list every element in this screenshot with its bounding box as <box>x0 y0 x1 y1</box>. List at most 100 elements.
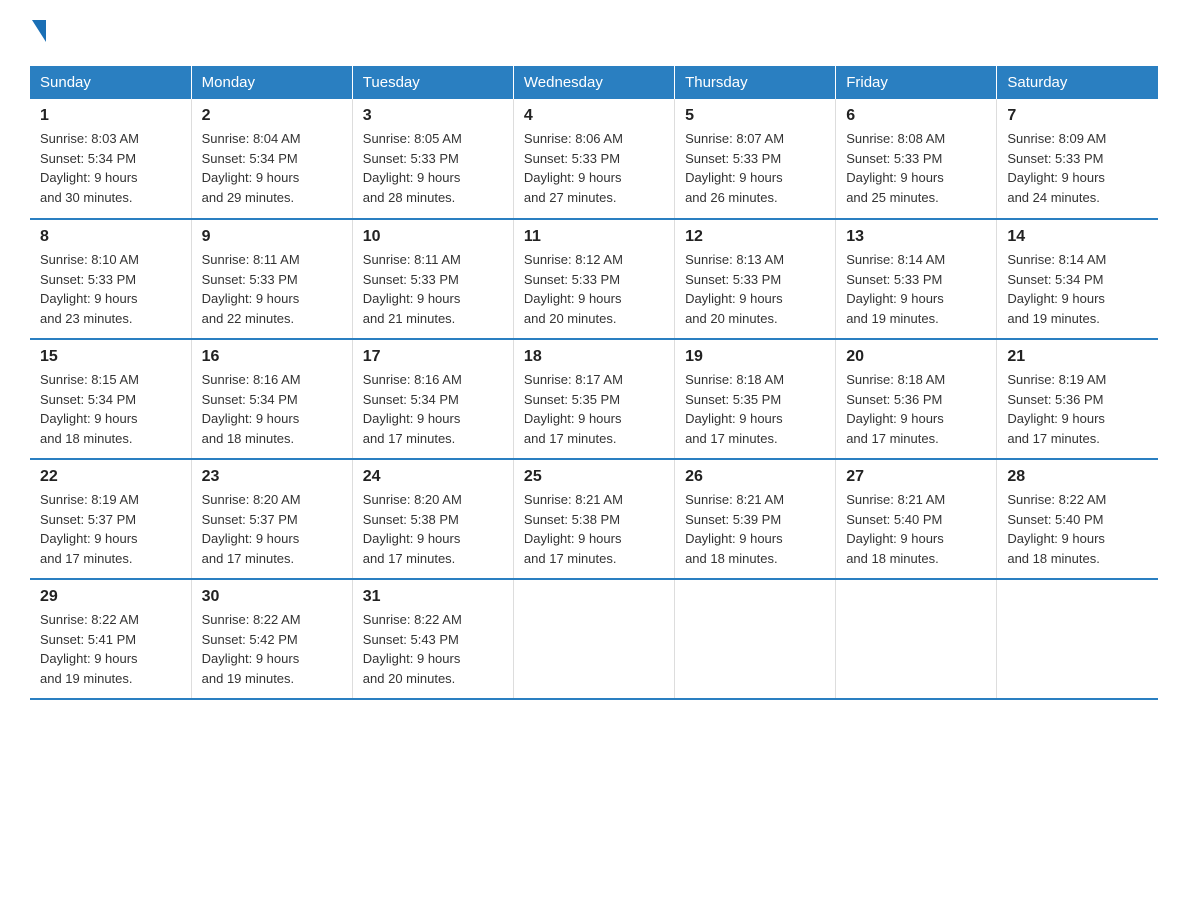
day-number: 13 <box>846 228 986 246</box>
day-info: Sunrise: 8:10 AMSunset: 5:33 PMDaylight:… <box>40 250 181 328</box>
day-info: Sunrise: 8:22 AMSunset: 5:42 PMDaylight:… <box>202 610 342 688</box>
header-friday: Friday <box>836 66 997 99</box>
day-number: 5 <box>685 107 825 125</box>
calendar-cell: 21 Sunrise: 8:19 AMSunset: 5:36 PMDaylig… <box>997 339 1158 459</box>
day-info: Sunrise: 8:18 AMSunset: 5:35 PMDaylight:… <box>685 370 825 448</box>
calendar-cell: 22 Sunrise: 8:19 AMSunset: 5:37 PMDaylig… <box>30 459 191 579</box>
calendar-cell: 5 Sunrise: 8:07 AMSunset: 5:33 PMDayligh… <box>675 99 836 219</box>
day-info: Sunrise: 8:15 AMSunset: 5:34 PMDaylight:… <box>40 370 181 448</box>
day-info: Sunrise: 8:20 AMSunset: 5:37 PMDaylight:… <box>202 490 342 568</box>
calendar-cell: 20 Sunrise: 8:18 AMSunset: 5:36 PMDaylig… <box>836 339 997 459</box>
day-number: 29 <box>40 588 181 606</box>
calendar-cell: 23 Sunrise: 8:20 AMSunset: 5:37 PMDaylig… <box>191 459 352 579</box>
day-number: 9 <box>202 228 342 246</box>
calendar-cell: 26 Sunrise: 8:21 AMSunset: 5:39 PMDaylig… <box>675 459 836 579</box>
day-info: Sunrise: 8:12 AMSunset: 5:33 PMDaylight:… <box>524 250 664 328</box>
calendar-cell: 24 Sunrise: 8:20 AMSunset: 5:38 PMDaylig… <box>352 459 513 579</box>
calendar-cell: 8 Sunrise: 8:10 AMSunset: 5:33 PMDayligh… <box>30 219 191 339</box>
day-info: Sunrise: 8:16 AMSunset: 5:34 PMDaylight:… <box>363 370 503 448</box>
day-info: Sunrise: 8:08 AMSunset: 5:33 PMDaylight:… <box>846 129 986 207</box>
calendar-week-row: 1 Sunrise: 8:03 AMSunset: 5:34 PMDayligh… <box>30 99 1158 219</box>
calendar-cell: 28 Sunrise: 8:22 AMSunset: 5:40 PMDaylig… <box>997 459 1158 579</box>
logo-arrow-icon <box>32 20 46 42</box>
calendar-cell: 1 Sunrise: 8:03 AMSunset: 5:34 PMDayligh… <box>30 99 191 219</box>
day-info: Sunrise: 8:19 AMSunset: 5:36 PMDaylight:… <box>1007 370 1148 448</box>
header-wednesday: Wednesday <box>513 66 674 99</box>
day-number: 14 <box>1007 228 1148 246</box>
logo <box>30 20 46 46</box>
calendar-cell: 16 Sunrise: 8:16 AMSunset: 5:34 PMDaylig… <box>191 339 352 459</box>
calendar-cell: 25 Sunrise: 8:21 AMSunset: 5:38 PMDaylig… <box>513 459 674 579</box>
day-number: 24 <box>363 468 503 486</box>
day-number: 20 <box>846 348 986 366</box>
day-number: 27 <box>846 468 986 486</box>
calendar-cell: 12 Sunrise: 8:13 AMSunset: 5:33 PMDaylig… <box>675 219 836 339</box>
day-info: Sunrise: 8:22 AMSunset: 5:40 PMDaylight:… <box>1007 490 1148 568</box>
calendar-cell: 29 Sunrise: 8:22 AMSunset: 5:41 PMDaylig… <box>30 579 191 699</box>
day-info: Sunrise: 8:22 AMSunset: 5:43 PMDaylight:… <box>363 610 503 688</box>
header-sunday: Sunday <box>30 66 191 99</box>
day-number: 6 <box>846 107 986 125</box>
day-info: Sunrise: 8:05 AMSunset: 5:33 PMDaylight:… <box>363 129 503 207</box>
day-number: 21 <box>1007 348 1148 366</box>
calendar-cell: 7 Sunrise: 8:09 AMSunset: 5:33 PMDayligh… <box>997 99 1158 219</box>
day-info: Sunrise: 8:21 AMSunset: 5:39 PMDaylight:… <box>685 490 825 568</box>
header-tuesday: Tuesday <box>352 66 513 99</box>
day-info: Sunrise: 8:04 AMSunset: 5:34 PMDaylight:… <box>202 129 342 207</box>
day-info: Sunrise: 8:06 AMSunset: 5:33 PMDaylight:… <box>524 129 664 207</box>
calendar-cell: 14 Sunrise: 8:14 AMSunset: 5:34 PMDaylig… <box>997 219 1158 339</box>
day-number: 22 <box>40 468 181 486</box>
day-info: Sunrise: 8:09 AMSunset: 5:33 PMDaylight:… <box>1007 129 1148 207</box>
day-number: 1 <box>40 107 181 125</box>
calendar-cell: 19 Sunrise: 8:18 AMSunset: 5:35 PMDaylig… <box>675 339 836 459</box>
calendar-cell: 15 Sunrise: 8:15 AMSunset: 5:34 PMDaylig… <box>30 339 191 459</box>
calendar-cell: 4 Sunrise: 8:06 AMSunset: 5:33 PMDayligh… <box>513 99 674 219</box>
calendar-cell: 18 Sunrise: 8:17 AMSunset: 5:35 PMDaylig… <box>513 339 674 459</box>
day-number: 15 <box>40 348 181 366</box>
calendar-cell: 10 Sunrise: 8:11 AMSunset: 5:33 PMDaylig… <box>352 219 513 339</box>
calendar-table: Sunday Monday Tuesday Wednesday Thursday… <box>30 66 1158 700</box>
calendar-cell <box>513 579 674 699</box>
day-info: Sunrise: 8:11 AMSunset: 5:33 PMDaylight:… <box>363 250 503 328</box>
calendar-week-row: 29 Sunrise: 8:22 AMSunset: 5:41 PMDaylig… <box>30 579 1158 699</box>
day-info: Sunrise: 8:21 AMSunset: 5:38 PMDaylight:… <box>524 490 664 568</box>
day-number: 31 <box>363 588 503 606</box>
calendar-cell <box>675 579 836 699</box>
calendar-week-row: 8 Sunrise: 8:10 AMSunset: 5:33 PMDayligh… <box>30 219 1158 339</box>
day-info: Sunrise: 8:18 AMSunset: 5:36 PMDaylight:… <box>846 370 986 448</box>
day-number: 11 <box>524 228 664 246</box>
page-header <box>30 20 1158 46</box>
day-number: 26 <box>685 468 825 486</box>
header-saturday: Saturday <box>997 66 1158 99</box>
calendar-cell <box>836 579 997 699</box>
day-info: Sunrise: 8:11 AMSunset: 5:33 PMDaylight:… <box>202 250 342 328</box>
header-monday: Monday <box>191 66 352 99</box>
calendar-week-row: 22 Sunrise: 8:19 AMSunset: 5:37 PMDaylig… <box>30 459 1158 579</box>
day-number: 10 <box>363 228 503 246</box>
day-info: Sunrise: 8:03 AMSunset: 5:34 PMDaylight:… <box>40 129 181 207</box>
calendar-cell: 2 Sunrise: 8:04 AMSunset: 5:34 PMDayligh… <box>191 99 352 219</box>
day-number: 3 <box>363 107 503 125</box>
day-number: 7 <box>1007 107 1148 125</box>
day-info: Sunrise: 8:14 AMSunset: 5:34 PMDaylight:… <box>1007 250 1148 328</box>
calendar-cell: 6 Sunrise: 8:08 AMSunset: 5:33 PMDayligh… <box>836 99 997 219</box>
calendar-cell: 3 Sunrise: 8:05 AMSunset: 5:33 PMDayligh… <box>352 99 513 219</box>
calendar-cell <box>997 579 1158 699</box>
calendar-cell: 9 Sunrise: 8:11 AMSunset: 5:33 PMDayligh… <box>191 219 352 339</box>
day-info: Sunrise: 8:20 AMSunset: 5:38 PMDaylight:… <box>363 490 503 568</box>
day-info: Sunrise: 8:19 AMSunset: 5:37 PMDaylight:… <box>40 490 181 568</box>
day-number: 25 <box>524 468 664 486</box>
day-number: 17 <box>363 348 503 366</box>
day-number: 19 <box>685 348 825 366</box>
day-info: Sunrise: 8:21 AMSunset: 5:40 PMDaylight:… <box>846 490 986 568</box>
day-number: 30 <box>202 588 342 606</box>
day-number: 28 <box>1007 468 1148 486</box>
calendar-cell: 30 Sunrise: 8:22 AMSunset: 5:42 PMDaylig… <box>191 579 352 699</box>
day-number: 23 <box>202 468 342 486</box>
day-number: 18 <box>524 348 664 366</box>
calendar-cell: 11 Sunrise: 8:12 AMSunset: 5:33 PMDaylig… <box>513 219 674 339</box>
day-info: Sunrise: 8:22 AMSunset: 5:41 PMDaylight:… <box>40 610 181 688</box>
day-info: Sunrise: 8:07 AMSunset: 5:33 PMDaylight:… <box>685 129 825 207</box>
day-number: 4 <box>524 107 664 125</box>
day-info: Sunrise: 8:17 AMSunset: 5:35 PMDaylight:… <box>524 370 664 448</box>
